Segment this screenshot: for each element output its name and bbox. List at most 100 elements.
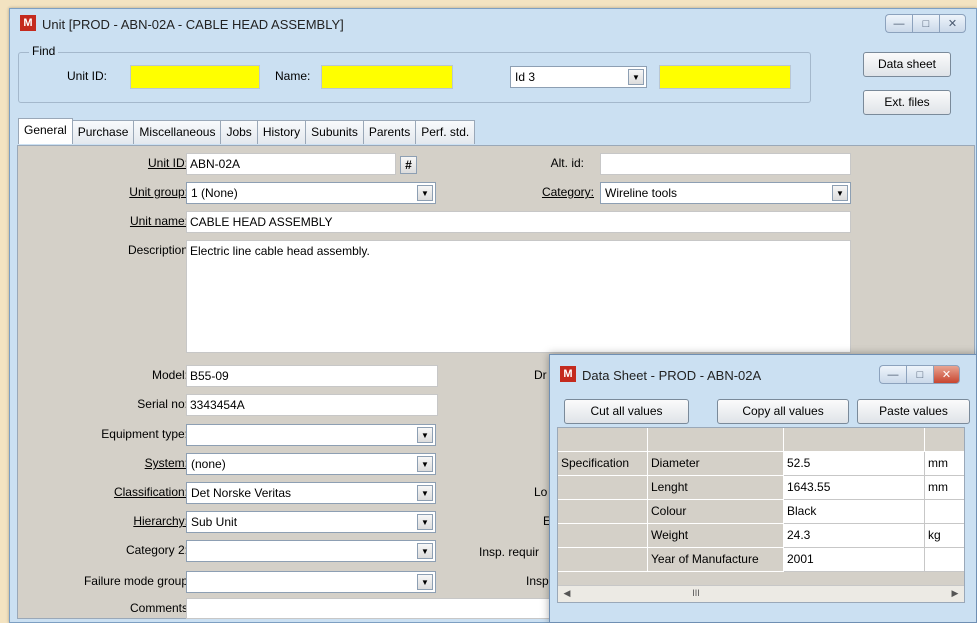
close-icon[interactable]: ✕: [939, 14, 966, 33]
tab-purchase[interactable]: Purchase: [71, 120, 135, 144]
chevron-down-icon[interactable]: ▼: [417, 427, 433, 443]
grid-unit-cell: mm: [925, 452, 964, 476]
unit-id-field[interactable]: ABN-02A: [186, 153, 396, 175]
grid-group-cell: [558, 524, 648, 548]
window-title: Unit [PROD - ABN-02A - CABLE HEAD ASSEMB…: [42, 17, 344, 32]
find-unit-id-label: Unit ID:: [67, 69, 108, 83]
paste-values-button[interactable]: Paste values: [857, 399, 970, 424]
app-logo-icon: M: [560, 366, 576, 382]
alt-id-field[interactable]: [600, 153, 851, 175]
grid-name-cell: Lenght: [648, 476, 784, 500]
comments-field[interactable]: [186, 598, 566, 619]
chevron-down-icon[interactable]: ▼: [832, 185, 848, 201]
hierarchy-select[interactable]: Sub Unit ▼: [186, 511, 436, 533]
find-id-select[interactable]: Id 3 ▼: [510, 66, 647, 88]
maximize-icon[interactable]: □: [906, 365, 933, 384]
grid-group-cell: Specification: [558, 452, 648, 476]
chevron-down-icon[interactable]: ▼: [628, 69, 644, 85]
model-label: Model:: [151, 368, 188, 382]
serial-no-field[interactable]: 3343454A: [186, 394, 438, 416]
unit-group-label: Unit group:: [129, 185, 188, 199]
category-select[interactable]: Wireline tools ▼: [600, 182, 851, 204]
unit-name-field[interactable]: CABLE HEAD ASSEMBLY: [186, 211, 851, 233]
chevron-down-icon[interactable]: ▼: [417, 485, 433, 501]
category-2-select[interactable]: ▼: [186, 540, 436, 562]
system-label: System:: [144, 456, 188, 470]
classification-select[interactable]: Det Norske Veritas ▼: [186, 482, 436, 504]
grid-header-cell: [558, 428, 648, 452]
grid-value-cell[interactable]: 2001: [784, 548, 925, 572]
serial-no-label: Serial no:: [137, 397, 188, 411]
grid-name-cell: Weight: [648, 524, 784, 548]
ext-files-button[interactable]: Ext. files: [863, 90, 951, 115]
find-unit-id-input[interactable]: [130, 65, 260, 89]
grid-name-cell: Colour: [648, 500, 784, 524]
scroll-right-icon[interactable]: ▶: [948, 588, 962, 599]
find-name-input[interactable]: [321, 65, 453, 89]
grid-value-cell[interactable]: 52.5: [784, 452, 925, 476]
data-sheet-title-bar[interactable]: M Data Sheet - PROD - ABN-02A — □ ✕: [550, 355, 976, 387]
partial-label-lo: Lo: [534, 485, 548, 499]
tab-parents[interactable]: Parents: [362, 120, 417, 144]
find-id-select-value: Id 3: [515, 70, 536, 84]
category-value: Wireline tools: [605, 186, 678, 200]
chevron-down-icon[interactable]: ▼: [417, 185, 433, 201]
description-field[interactable]: Electric line cable head assembly.: [186, 240, 851, 353]
partial-label-dr: Dr: [534, 368, 547, 382]
description-label: Description: [127, 243, 188, 257]
grid-value-cell[interactable]: Black: [784, 500, 925, 524]
tab-history[interactable]: History: [256, 120, 307, 144]
category-label: Category:: [541, 185, 594, 199]
grid-header-cell: [648, 428, 784, 452]
title-bar[interactable]: M Unit [PROD - ABN-02A - CABLE HEAD ASSE…: [10, 9, 976, 41]
category-2-label: Category 2:: [125, 543, 188, 557]
grid-value-cell[interactable]: 1643.55: [784, 476, 925, 500]
failure-mode-label: Failure mode group: [83, 574, 188, 588]
chevron-down-icon[interactable]: ▼: [417, 456, 433, 472]
maximize-icon[interactable]: □: [912, 14, 939, 33]
copy-all-values-button[interactable]: Copy all values: [717, 399, 849, 424]
tab-perf-std[interactable]: Perf. std.: [415, 120, 476, 144]
partial-label-insp-requir: Insp. requir: [479, 545, 540, 559]
alt-id-label: Alt. id:: [550, 156, 584, 170]
hash-button[interactable]: #: [400, 156, 417, 174]
grid-name-cell: Diameter: [648, 452, 784, 476]
chevron-down-icon[interactable]: ▼: [417, 574, 433, 590]
system-select[interactable]: (none) ▼: [186, 453, 436, 475]
cut-all-values-button[interactable]: Cut all values: [564, 399, 689, 424]
tab-general[interactable]: General: [18, 118, 73, 144]
grid-name-cell: Year of Manufacture: [648, 548, 784, 572]
horizontal-scrollbar[interactable]: ◀ III ▶: [558, 585, 964, 602]
grid-group-cell: [558, 500, 648, 524]
grid-value-cell[interactable]: 24.3: [784, 524, 925, 548]
unit-name-label: Unit name:: [129, 214, 188, 228]
unit-id-label: Unit ID:: [147, 156, 188, 170]
chevron-down-icon[interactable]: ▼: [417, 543, 433, 559]
unit-group-select[interactable]: 1 (None) ▼: [186, 182, 436, 204]
grid-unit-cell: mm: [925, 476, 964, 500]
find-group: Find Unit ID: Name: Id 3 ▼: [18, 44, 811, 103]
unit-group-value: 1 (None): [191, 186, 238, 200]
equipment-type-select[interactable]: ▼: [186, 424, 436, 446]
close-icon[interactable]: ✕: [933, 365, 960, 384]
app-logo-icon: M: [20, 15, 36, 31]
hierarchy-label: Hierarchy:: [133, 514, 188, 528]
classification-label: Classification:: [113, 485, 188, 499]
equipment-type-label: Equipment type:: [101, 427, 188, 441]
data-sheet-title: Data Sheet - PROD - ABN-02A: [582, 368, 762, 383]
failure-mode-select[interactable]: ▼: [186, 571, 436, 593]
model-field[interactable]: B55-09: [186, 365, 438, 387]
tab-subunits[interactable]: Subunits: [305, 120, 364, 144]
minimize-icon[interactable]: —: [885, 14, 912, 33]
minimize-icon[interactable]: —: [879, 365, 906, 384]
data-sheet-button[interactable]: Data sheet: [863, 52, 951, 77]
chevron-down-icon[interactable]: ▼: [417, 514, 433, 530]
scroll-thumb[interactable]: III: [576, 588, 816, 600]
scroll-left-icon[interactable]: ◀: [560, 588, 574, 599]
find-id-input[interactable]: [659, 65, 791, 89]
grid-unit-cell: [925, 548, 964, 572]
grid-group-cell: [558, 476, 648, 500]
tab-miscellaneous[interactable]: Miscellaneous: [133, 120, 222, 144]
tab-jobs[interactable]: Jobs: [220, 120, 258, 144]
grid-unit-cell: [925, 500, 964, 524]
